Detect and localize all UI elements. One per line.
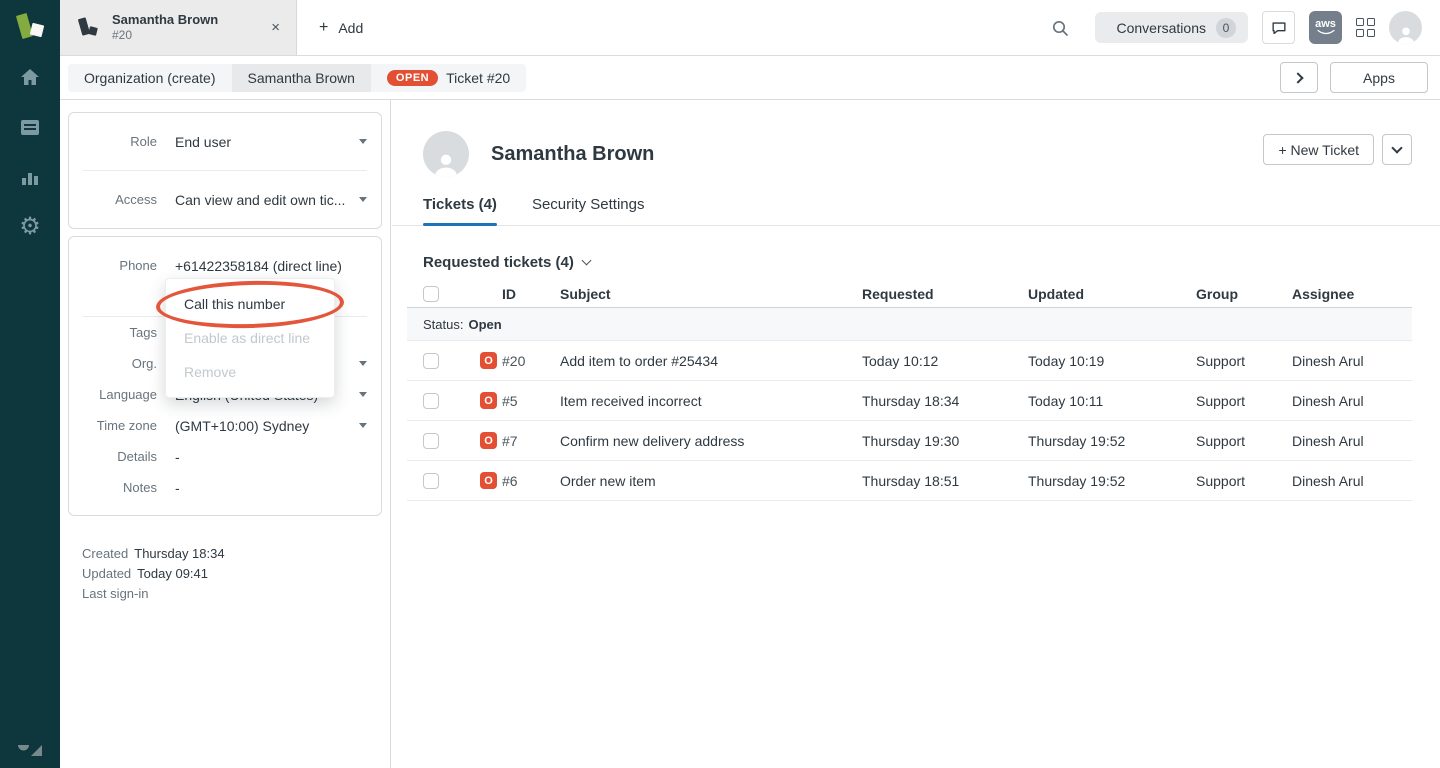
open-status-icon: O xyxy=(480,472,497,489)
table-row[interactable]: O #7 Confirm new delivery address Thursd… xyxy=(407,421,1412,461)
add-tab-button[interactable]: + Add xyxy=(297,0,385,55)
caret-down-icon xyxy=(359,423,367,428)
admin-gear-icon[interactable]: ⚙ xyxy=(17,214,43,240)
record-meta: CreatedThursday 18:34 UpdatedToday 09:41… xyxy=(82,544,225,604)
open-status-icon: O xyxy=(480,392,497,409)
caret-down-icon xyxy=(359,361,367,366)
ticket-subject-link[interactable]: Add item to order #25434 xyxy=(560,353,862,369)
table-header-row: ID Subject Requested Updated Group Assig… xyxy=(407,280,1412,308)
conversations-label: Conversations xyxy=(1117,20,1207,36)
phone-context-menu: Call this number Enable as direct line R… xyxy=(165,278,335,398)
top-bar: Samantha Brown #20 × + Add Conversations… xyxy=(60,0,1440,56)
status-group-row: Status: Open xyxy=(407,308,1412,341)
breadcrumb: Organization (create) Samantha Brown OPE… xyxy=(68,64,526,92)
ticket-subject-link[interactable]: Item received incorrect xyxy=(560,393,862,409)
app-grid-icon[interactable] xyxy=(1356,18,1375,37)
tab-subtitle: #20 xyxy=(112,28,218,43)
ticket-subject-link[interactable]: Confirm new delivery address xyxy=(560,433,862,449)
aws-app-icon[interactable]: aws xyxy=(1309,11,1342,44)
topbar-actions: Conversations 0 aws xyxy=(1047,0,1423,55)
menu-item-remove: Remove xyxy=(166,355,334,389)
new-ticket-button[interactable]: + New Ticket xyxy=(1263,134,1374,165)
header-actions: + New Ticket xyxy=(1263,134,1412,165)
timezone-field[interactable]: Time zone (GMT+10:00) Sydney xyxy=(69,410,381,441)
row-checkbox[interactable] xyxy=(423,473,439,489)
workspace-logo-icon[interactable] xyxy=(0,0,60,56)
rail-nav: ⚙ xyxy=(17,64,43,240)
role-field[interactable]: Role End user xyxy=(69,113,381,170)
role-access-card: Role End user Access Can view and edit o… xyxy=(68,112,382,229)
open-status-icon: O xyxy=(480,352,497,369)
user-avatar[interactable] xyxy=(1389,11,1422,44)
last-signin-row: Last sign-in xyxy=(82,584,225,604)
conversations-count-badge: 0 xyxy=(1216,18,1236,38)
left-nav-rail: ⚙ xyxy=(0,0,60,768)
logo-white-shape xyxy=(30,23,45,38)
caret-down-icon xyxy=(359,197,367,202)
select-all-checkbox[interactable] xyxy=(423,286,439,302)
open-ticket-tab[interactable]: Samantha Brown #20 × xyxy=(60,0,297,55)
tab-security-settings[interactable]: Security Settings xyxy=(532,196,645,225)
ticket-status-badge: OPEN xyxy=(387,70,438,86)
add-label: Add xyxy=(338,20,363,36)
open-status-icon: O xyxy=(480,432,497,449)
caret-down-icon xyxy=(359,392,367,397)
table-row[interactable]: O #5 Item received incorrect Thursday 18… xyxy=(407,381,1412,421)
details-field[interactable]: Details - xyxy=(69,441,381,472)
notes-field[interactable]: Notes - xyxy=(69,472,381,503)
breadcrumb-user[interactable]: Samantha Brown xyxy=(232,64,371,92)
search-icon[interactable] xyxy=(1047,15,1073,41)
row-checkbox[interactable] xyxy=(423,353,439,369)
breadcrumb-ticket[interactable]: OPEN Ticket #20 xyxy=(371,64,526,92)
caret-down-icon xyxy=(359,139,367,144)
plus-icon: + xyxy=(319,19,328,37)
chevron-right-icon xyxy=(1292,72,1303,83)
menu-item-call-this-number[interactable]: Call this number xyxy=(166,287,334,321)
main-content: Samantha Brown + New Ticket Tickets (4) … xyxy=(392,100,1440,768)
profile-avatar xyxy=(423,131,469,177)
profile-header: Samantha Brown xyxy=(423,131,654,177)
ticket-subject-link[interactable]: Order new item xyxy=(560,473,862,489)
reporting-icon[interactable] xyxy=(17,164,43,190)
access-field[interactable]: Access Can view and edit own tic... xyxy=(69,171,381,228)
chat-icon[interactable] xyxy=(1262,11,1295,44)
page-title: Samantha Brown xyxy=(491,143,654,166)
new-ticket-dropdown-button[interactable] xyxy=(1382,134,1412,165)
apps-button[interactable]: Apps xyxy=(1330,62,1428,93)
table-row[interactable]: O #6 Order new item Thursday 18:51 Thurs… xyxy=(407,461,1412,501)
tab-user-icon xyxy=(78,15,100,41)
created-row: CreatedThursday 18:34 xyxy=(82,544,225,564)
tab-title: Samantha Brown xyxy=(112,12,218,28)
conversations-button[interactable]: Conversations 0 xyxy=(1095,12,1249,43)
menu-item-enable-direct-line: Enable as direct line xyxy=(166,321,334,355)
chevron-down-icon xyxy=(581,256,591,266)
table-row[interactable]: O #20 Add item to order #25434 Today 10:… xyxy=(407,341,1412,381)
breadcrumb-bar: Organization (create) Samantha Brown OPE… xyxy=(60,56,1440,100)
user-details-panel: Role End user Access Can view and edit o… xyxy=(60,100,391,768)
tab-tickets[interactable]: Tickets (4) xyxy=(423,196,497,225)
updated-row: UpdatedToday 09:41 xyxy=(82,564,225,584)
row-checkbox[interactable] xyxy=(423,393,439,409)
collapse-apps-button[interactable] xyxy=(1280,62,1318,93)
home-icon[interactable] xyxy=(17,64,43,90)
profile-tabs: Tickets (4) Security Settings xyxy=(392,196,1440,226)
row-checkbox[interactable] xyxy=(423,433,439,449)
views-icon[interactable] xyxy=(17,114,43,140)
logo-green-shape xyxy=(16,13,33,39)
chevron-down-icon xyxy=(1391,142,1402,153)
close-tab-icon[interactable]: × xyxy=(265,15,286,40)
requested-tickets-toggle[interactable]: Requested tickets (4) xyxy=(423,254,590,271)
tickets-table: ID Subject Requested Updated Group Assig… xyxy=(407,280,1412,501)
breadcrumb-actions: Apps xyxy=(1280,62,1428,93)
zendesk-logo-icon[interactable] xyxy=(0,743,60,758)
breadcrumb-organization[interactable]: Organization (create) xyxy=(68,64,232,92)
